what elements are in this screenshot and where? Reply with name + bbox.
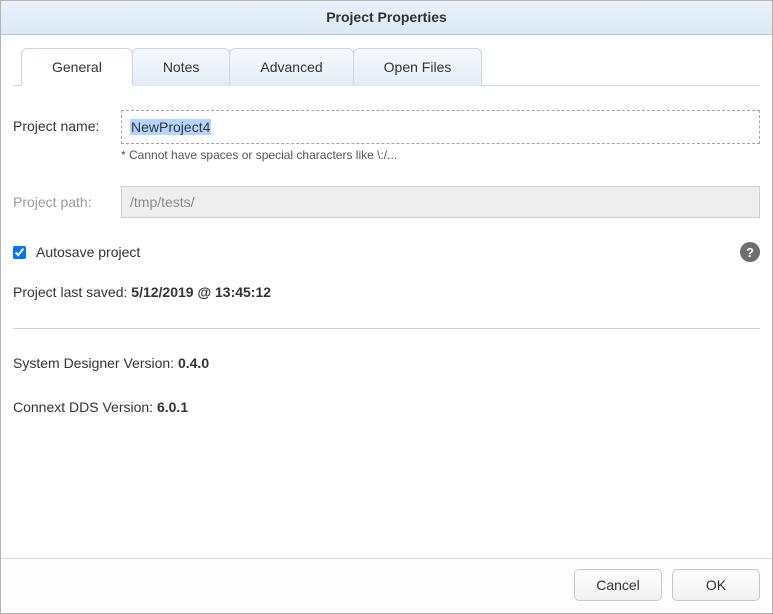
tab-general[interactable]: General xyxy=(21,48,133,86)
tab-advanced[interactable]: Advanced xyxy=(229,48,353,86)
last-saved-line: Project last saved: 5/12/2019 @ 13:45:12 xyxy=(13,284,760,300)
tab-bar: General Notes Advanced Open Files xyxy=(21,47,760,85)
last-saved-value: 5/12/2019 @ 13:45:12 xyxy=(131,284,271,300)
project-name-input[interactable]: NewProject4 xyxy=(121,110,760,144)
autosave-row: Autosave project ? xyxy=(13,242,760,262)
project-path-row: Project path: xyxy=(13,186,760,218)
help-icon[interactable]: ? xyxy=(740,242,760,262)
project-name-hint: * Cannot have spaces or special characte… xyxy=(121,148,760,162)
connext-dds-version-label: Connext DDS Version: xyxy=(13,399,157,415)
autosave-label: Autosave project xyxy=(36,244,140,260)
project-name-label: Project name: xyxy=(13,110,121,134)
connext-dds-version-value: 6.0.1 xyxy=(157,399,188,415)
section-divider xyxy=(13,328,760,329)
system-designer-version-label: System Designer Version: xyxy=(13,355,178,371)
project-name-value: NewProject4 xyxy=(130,119,211,135)
tab-open-files[interactable]: Open Files xyxy=(353,48,483,86)
last-saved-label: Project last saved: xyxy=(13,284,131,300)
system-designer-version-line: System Designer Version: 0.4.0 xyxy=(13,355,760,371)
cancel-button[interactable]: Cancel xyxy=(574,569,662,601)
project-name-row: Project name: NewProject4 * Cannot have … xyxy=(13,110,760,180)
project-path-input xyxy=(121,186,760,218)
project-path-label: Project path: xyxy=(13,186,121,210)
tab-panel-general: Project name: NewProject4 * Cannot have … xyxy=(13,85,760,558)
autosave-checkbox[interactable] xyxy=(13,246,26,259)
project-properties-dialog: Project Properties General Notes Advance… xyxy=(0,0,773,614)
connext-dds-version-line: Connext DDS Version: 6.0.1 xyxy=(13,399,760,415)
dialog-title: Project Properties xyxy=(1,1,772,35)
tab-notes[interactable]: Notes xyxy=(132,48,231,86)
ok-button[interactable]: OK xyxy=(672,569,760,601)
dialog-content: General Notes Advanced Open Files Projec… xyxy=(1,35,772,558)
dialog-footer: Cancel OK xyxy=(1,558,772,613)
system-designer-version-value: 0.4.0 xyxy=(178,355,209,371)
